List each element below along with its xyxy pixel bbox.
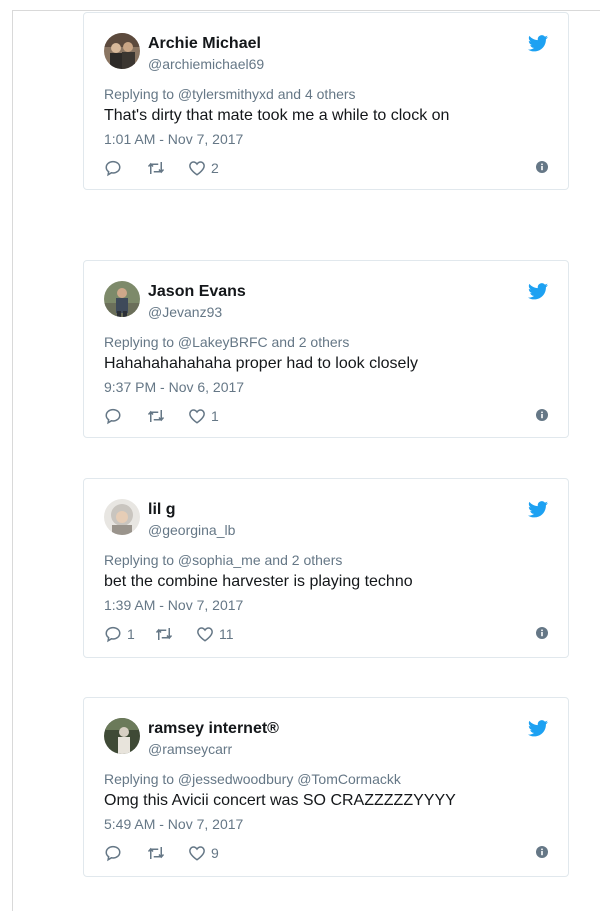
author-name[interactable]: Archie Michael: [148, 35, 261, 53]
tweet-actions: 2: [104, 158, 548, 178]
reply-icon: [105, 160, 121, 177]
twitter-bird-icon[interactable]: [528, 283, 548, 300]
tweet-text: Omg this Avicii concert was SO CRAZZZZZY…: [104, 792, 456, 809]
author-handle[interactable]: @Jevanz93: [148, 304, 222, 320]
twitter-bird-icon[interactable]: [528, 720, 548, 737]
retweet-icon: [147, 410, 165, 422]
reply-icon: [105, 845, 121, 862]
tweet-timestamp[interactable]: 1:39 AM - Nov 7, 2017: [104, 597, 243, 613]
info-icon[interactable]: [536, 161, 548, 173]
tweet-card[interactable]: Jason Evans @Jevanz93 Replying to @Lakey…: [83, 260, 569, 438]
tweet-card[interactable]: ramsey internet® @ramseycarr Replying to…: [83, 697, 569, 877]
twitter-bird-icon[interactable]: [528, 35, 548, 52]
heart-icon: [197, 627, 213, 642]
like-button[interactable]: 11: [196, 624, 234, 644]
avatar[interactable]: [104, 281, 140, 317]
replying-to[interactable]: Replying to @jessedwoodbury @TomCormackk: [104, 771, 401, 787]
retweet-button[interactable]: [146, 406, 171, 426]
like-button[interactable]: 2: [188, 158, 219, 178]
replying-to[interactable]: Replying to @LakeyBRFC and 2 others: [104, 334, 349, 350]
retweet-button[interactable]: [154, 624, 179, 644]
reply-icon: [105, 626, 121, 643]
author-handle[interactable]: @archiemichael69: [148, 56, 264, 72]
retweet-icon: [147, 162, 165, 174]
heart-icon: [189, 161, 205, 176]
reply-button[interactable]: [104, 158, 127, 178]
retweet-button[interactable]: [146, 158, 171, 178]
like-count: 9: [211, 845, 219, 861]
avatar[interactable]: [104, 499, 140, 535]
retweet-icon: [147, 847, 165, 859]
like-button[interactable]: 1: [188, 406, 219, 426]
author-name[interactable]: lil g: [148, 501, 176, 519]
tweet-text: bet the combine harvester is playing tec…: [104, 573, 413, 590]
reply-button[interactable]: [104, 406, 127, 426]
tweet-card[interactable]: Archie Michael @archiemichael69 Replying…: [83, 12, 569, 190]
tweet-actions: 1 11: [104, 624, 548, 644]
reply-icon: [105, 408, 121, 425]
avatar[interactable]: [104, 718, 140, 754]
tweet-card[interactable]: lil g @georgina_lb Replying to @sophia_m…: [83, 478, 569, 658]
author-handle[interactable]: @ramseycarr: [148, 741, 232, 757]
tweet-actions: 1: [104, 406, 548, 426]
reply-count: 1: [127, 626, 135, 642]
heart-icon: [189, 409, 205, 424]
tweet-actions: 9: [104, 843, 548, 863]
like-count: 2: [211, 160, 219, 176]
tweet-timestamp[interactable]: 9:37 PM - Nov 6, 2017: [104, 379, 244, 395]
replying-to[interactable]: Replying to @tylersmithyxd and 4 others: [104, 86, 356, 102]
avatar[interactable]: [104, 33, 140, 69]
tweet-timestamp[interactable]: 5:49 AM - Nov 7, 2017: [104, 816, 243, 832]
reply-button[interactable]: 1: [104, 624, 135, 644]
like-button[interactable]: 9: [188, 843, 219, 863]
info-icon[interactable]: [536, 409, 548, 421]
info-icon[interactable]: [536, 627, 548, 639]
heart-icon: [189, 846, 205, 861]
tweet-text: That's dirty that mate took me a while t…: [104, 107, 450, 124]
info-icon[interactable]: [536, 846, 548, 858]
like-count: 11: [219, 626, 234, 642]
author-name[interactable]: ramsey internet®: [148, 720, 279, 738]
retweet-icon: [155, 628, 173, 640]
twitter-bird-icon[interactable]: [528, 501, 548, 518]
retweet-button[interactable]: [146, 843, 171, 863]
author-name[interactable]: Jason Evans: [148, 283, 246, 301]
author-handle[interactable]: @georgina_lb: [148, 522, 235, 538]
like-count: 1: [211, 408, 219, 424]
replying-to[interactable]: Replying to @sophia_me and 2 others: [104, 552, 342, 568]
reply-button[interactable]: [104, 843, 127, 863]
tweet-text: Hahahahahahaha proper had to look closel…: [104, 355, 419, 372]
tweet-timestamp[interactable]: 1:01 AM - Nov 7, 2017: [104, 131, 243, 147]
